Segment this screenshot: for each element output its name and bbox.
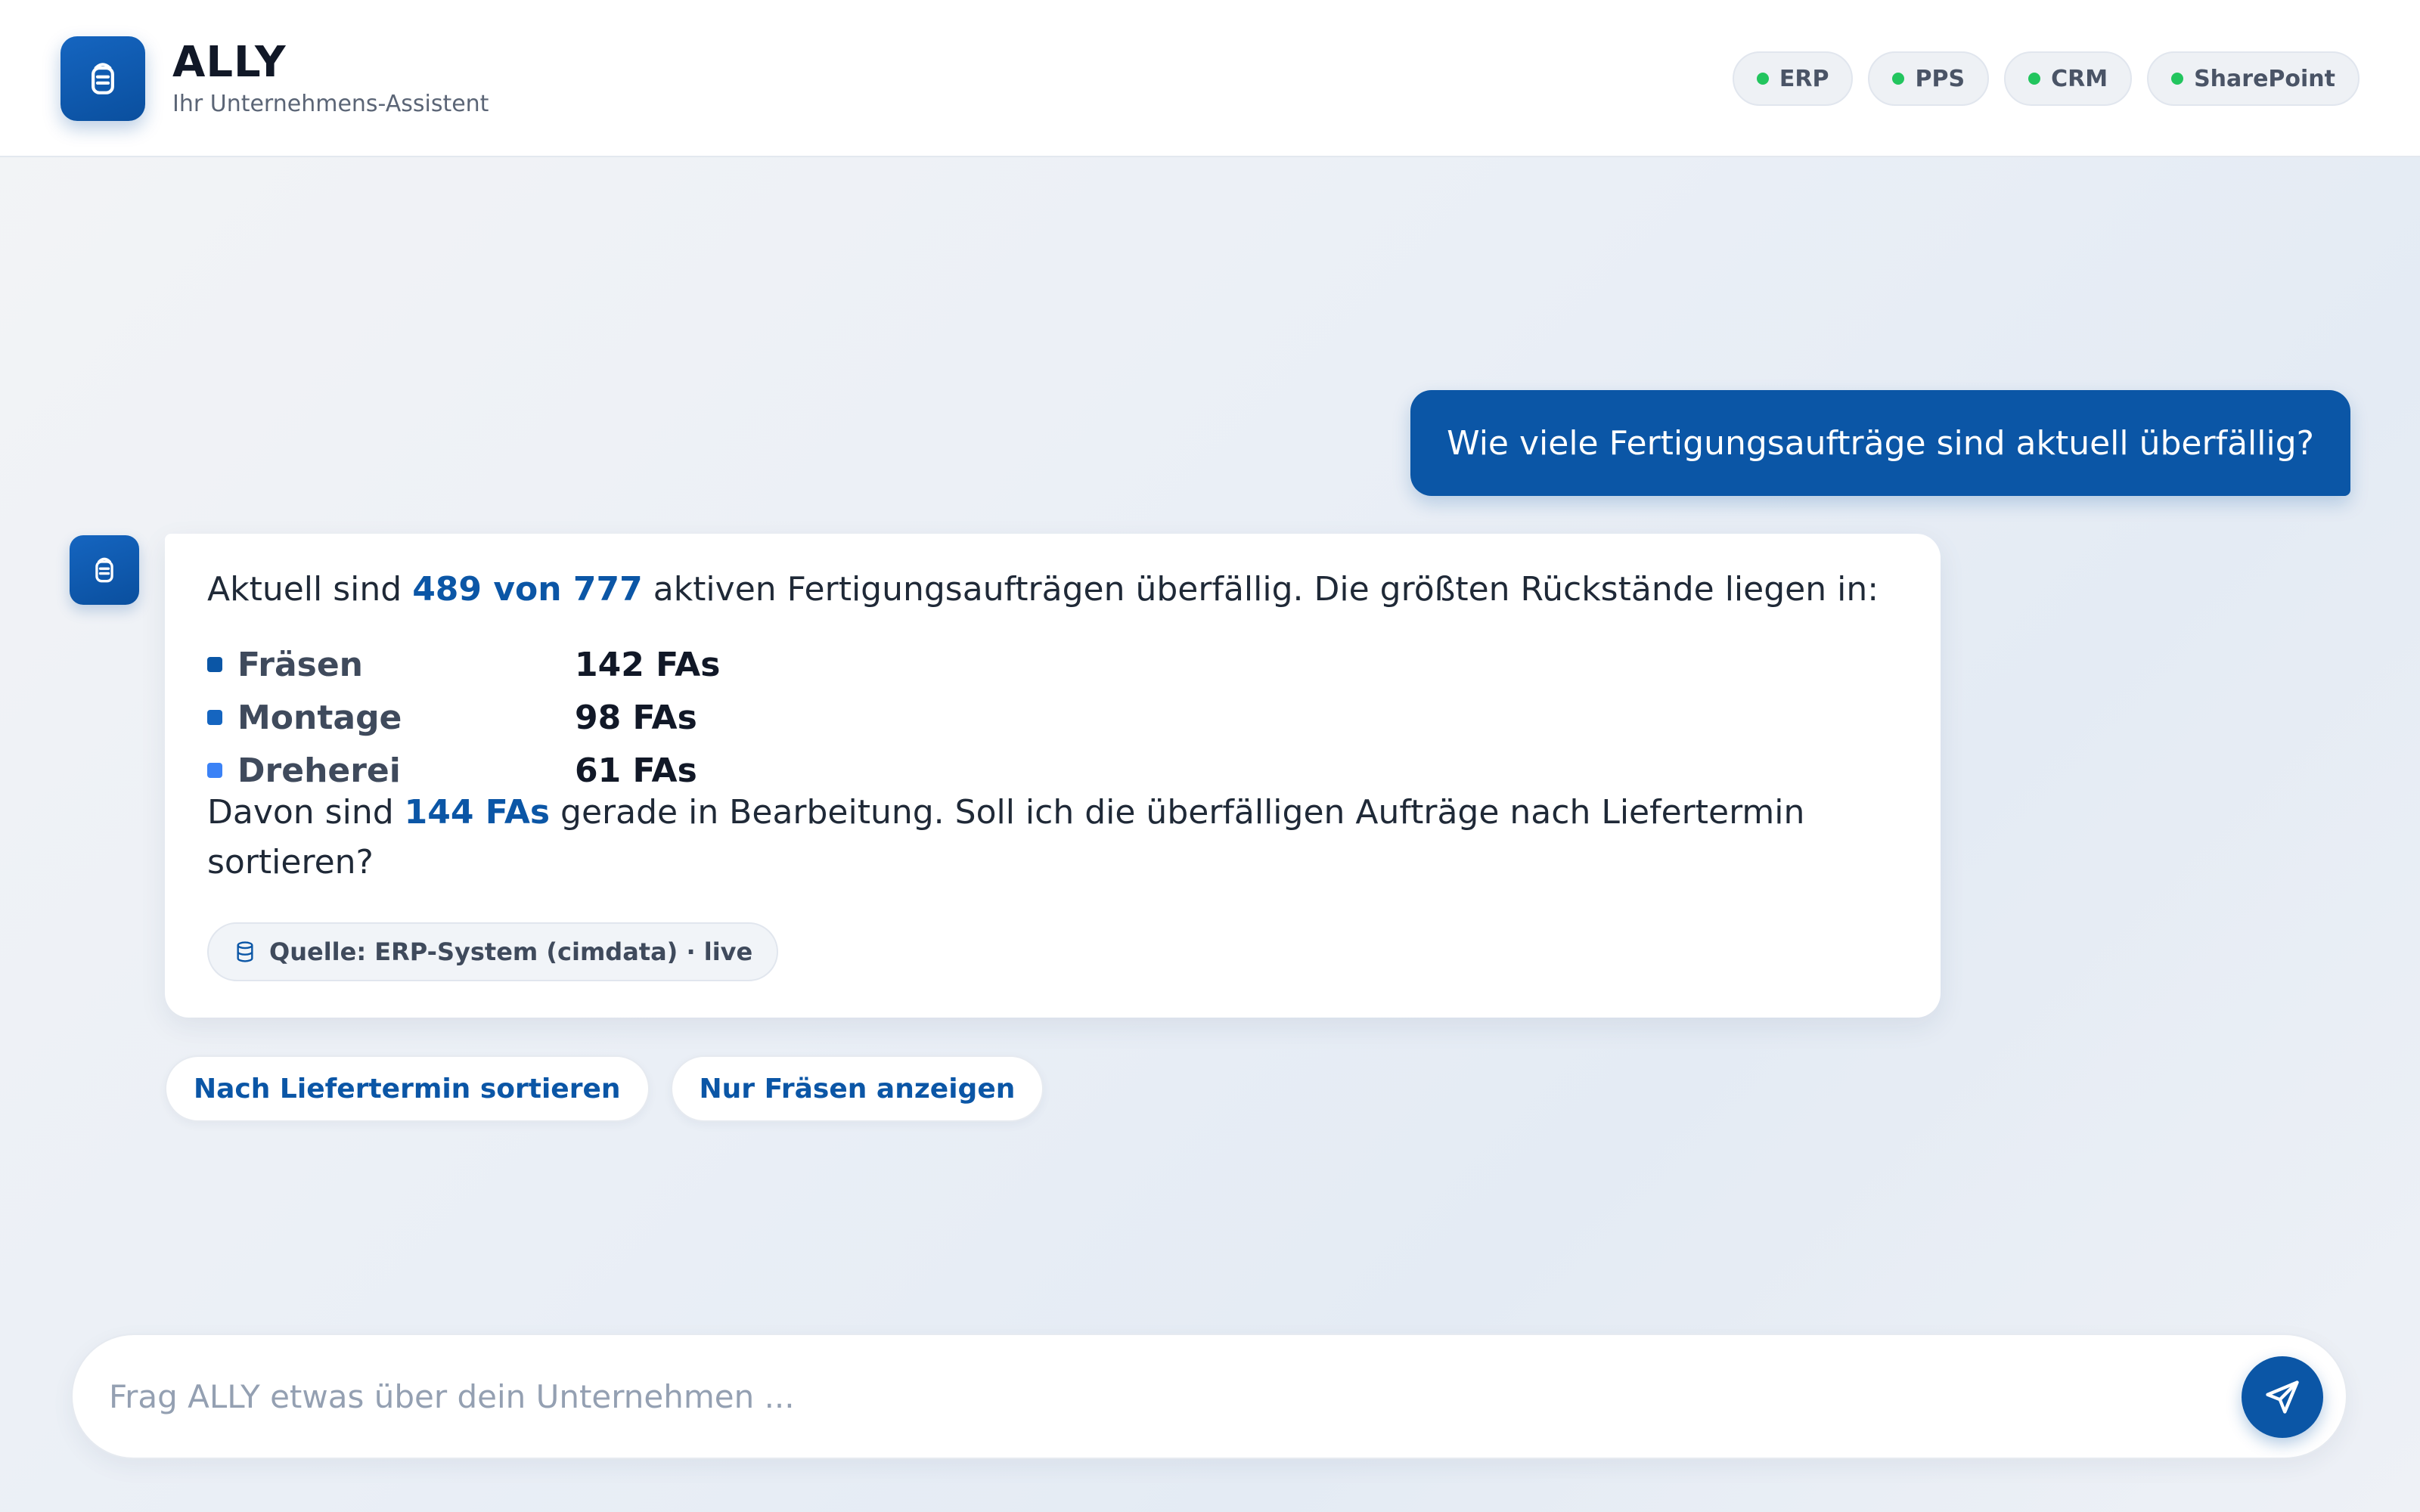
status-dot-icon [2171, 73, 2184, 85]
assistant-followup: Davon sind 144 FAs gerade in Bearbeitung… [207, 788, 1901, 888]
backlog-value: 98 FAs [575, 698, 697, 737]
system-label: ERP [1779, 65, 1829, 92]
intro-text: Aktuell sind [207, 570, 413, 609]
app-header: ALLY Ihr Unternehmens-Assistent ERP PPS … [0, 0, 2420, 157]
overdue-count-highlight: 489 von 777 [412, 570, 643, 609]
assistant-avatar [70, 535, 139, 605]
database-icon [237, 941, 253, 962]
system-status-sharepoint[interactable]: SharePoint [2147, 51, 2360, 106]
backlog-label: Dreherei [237, 751, 401, 790]
system-label: SharePoint [2194, 65, 2335, 92]
user-message-bubble: Wie viele Fertigungsaufträge sind aktuel… [1410, 390, 2350, 496]
backlog-value: 142 FAs [575, 645, 721, 684]
status-dot-icon [1892, 73, 1905, 85]
chat-input[interactable] [109, 1335, 2211, 1458]
system-status-pps[interactable]: PPS [1868, 51, 1990, 106]
send-icon [2266, 1380, 2299, 1414]
system-label: CRM [2051, 65, 2108, 92]
suggestion-sort-by-delivery-date[interactable]: Nach Liefertermin sortieren [165, 1055, 650, 1122]
suggestion-chips: Nach Liefertermin sortieren Nur Fräsen a… [165, 1055, 1044, 1122]
bullet-icon [207, 763, 222, 778]
backlog-value: 61 FAs [575, 751, 697, 790]
followup-text: Davon sind [207, 793, 405, 832]
source-label: Quelle: ERP-System (cimdata) · live [269, 937, 753, 966]
system-status-erp[interactable]: ERP [1732, 51, 1854, 106]
status-dot-icon [2028, 73, 2041, 85]
system-status-crm[interactable]: CRM [2004, 51, 2133, 106]
system-label: PPS [1915, 65, 1965, 92]
suggestion-show-milling-only[interactable]: Nur Fräsen anzeigen [670, 1055, 1044, 1122]
in-progress-highlight: 144 FAs [404, 793, 551, 832]
assistant-message-card: Aktuell sind 489 von 777 aktiven Fertigu… [165, 534, 1941, 1018]
ally-logo-icon [95, 557, 113, 583]
system-status-list: ERP PPS CRM SharePoint [1732, 51, 2360, 106]
backlog-list: Fräsen 142 FAs Montage 98 FAs Dreherei 6… [207, 638, 720, 797]
intro-text-rest: aktiven Fertigungsaufträgen überfällig. … [642, 570, 1879, 609]
bullet-icon [207, 657, 222, 672]
status-dot-icon [1756, 73, 1769, 85]
list-item: Fräsen 142 FAs [207, 638, 720, 691]
backlog-label: Fräsen [237, 645, 363, 684]
brand-title: ALLY [172, 38, 287, 87]
chat-input-bar [71, 1334, 2347, 1459]
backlog-label: Montage [237, 698, 402, 737]
assistant-intro: Aktuell sind 489 von 777 aktiven Fertigu… [207, 570, 1879, 609]
ally-logo-icon [60, 36, 145, 121]
bullet-icon [207, 710, 222, 725]
brand-subtitle: Ihr Unternehmens-Assistent [172, 91, 489, 117]
source-badge[interactable]: Quelle: ERP-System (cimdata) · live [207, 922, 779, 981]
list-item: Montage 98 FAs [207, 691, 720, 744]
send-button[interactable] [2242, 1356, 2323, 1438]
